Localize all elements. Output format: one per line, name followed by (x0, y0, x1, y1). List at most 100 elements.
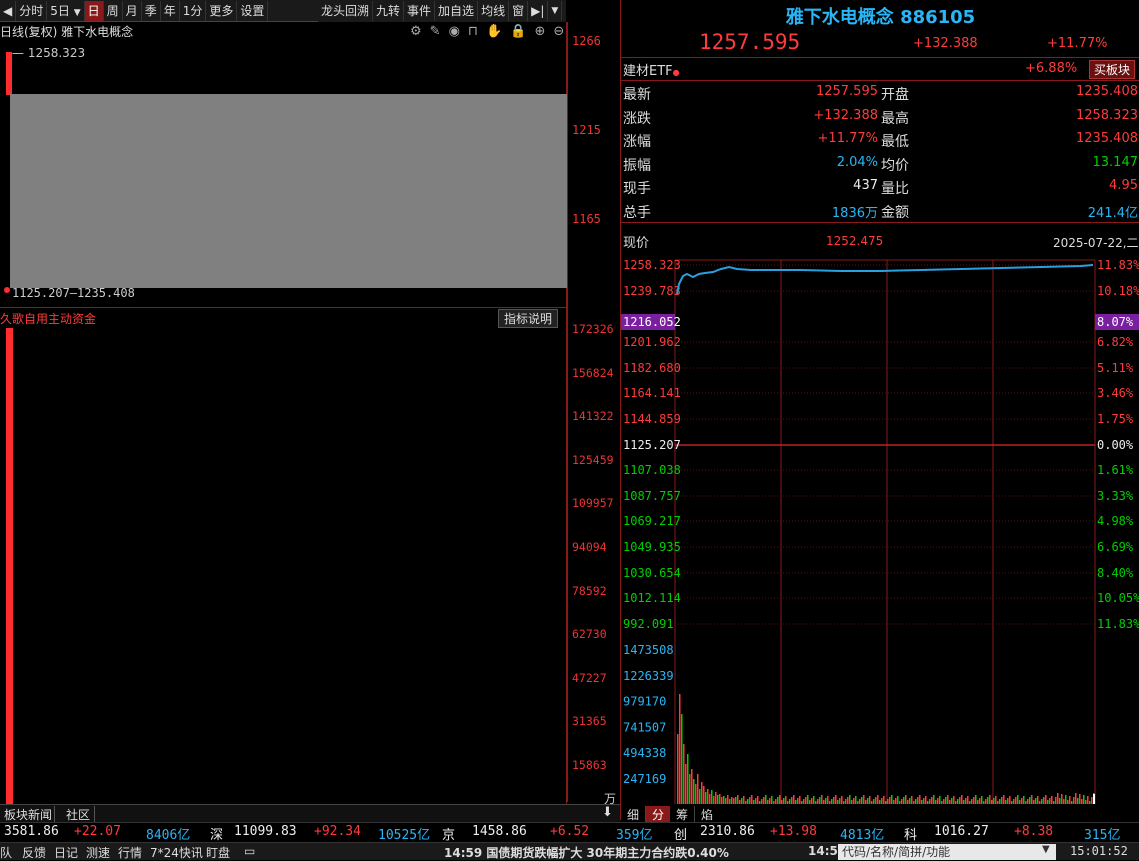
volume-bar (813, 796, 815, 804)
lock-icon[interactable]: 🔒 (510, 24, 526, 39)
tab-chips[interactable]: 筹 (670, 806, 696, 823)
settings-icon[interactable]: ⚙ (410, 24, 422, 39)
dragon-backtrack-button[interactable]: 龙头回溯 (318, 1, 374, 21)
volume-bar (733, 798, 735, 804)
ma-button[interactable]: 均线 (478, 1, 510, 21)
speedtest-button[interactable]: 测速 (86, 844, 110, 861)
volume-tick: 979170 (623, 695, 666, 709)
tab-fenshi[interactable]: 分时 (16, 0, 48, 21)
quote-label: 现手 (623, 181, 651, 197)
window-button[interactable]: 窗 (509, 1, 529, 21)
volume-bar (835, 795, 837, 804)
tab-1min[interactable]: 1分 (180, 0, 207, 21)
search-input[interactable]: 代码/名称/简拼/功能 (838, 844, 1056, 860)
volume-bar (737, 795, 739, 804)
event-button[interactable]: 事件 (404, 1, 436, 21)
volume-bar (1027, 799, 1029, 804)
volume-bar (1005, 800, 1007, 804)
quote-row: 最新 1257.595 开盘 1235.408 (623, 82, 1138, 105)
message-icon[interactable]: ▭ (244, 844, 255, 858)
prev-icon[interactable]: ◀ (0, 0, 17, 21)
quote-label: 量比 (881, 181, 909, 197)
status-item[interactable]: 队 (0, 844, 12, 861)
tab-flame[interactable]: 焰 (695, 806, 719, 823)
tab-community[interactable]: 社区 (62, 806, 96, 823)
volume-bar (797, 798, 799, 804)
volume-bar-current (1093, 794, 1095, 804)
market-button[interactable]: 行情 (118, 844, 142, 861)
volume-bar (705, 792, 707, 804)
volume-bar (877, 795, 879, 804)
volume-bar (945, 797, 947, 804)
tool-toolbar: 龙头回溯 九转 事件 加自选 均线 窗 ▶| ▼ (318, 0, 566, 22)
pen-icon[interactable]: ✎ (430, 24, 441, 39)
tab-sector-news[interactable]: 板块新闻 (2, 806, 56, 823)
tab-detail[interactable]: 细 (621, 806, 647, 823)
volume-tick: 494338 (623, 746, 666, 760)
volume-bar (845, 799, 847, 804)
tab-5day[interactable]: 5日 ▼ (47, 0, 85, 21)
volume-bar (985, 799, 987, 804)
tab-week[interactable]: 周 (104, 0, 123, 21)
indicator-panel[interactable]: 久歌自用主动资金 指标说明 (0, 308, 567, 804)
volume-bar (967, 796, 969, 804)
diary-button[interactable]: 日记 (54, 844, 78, 861)
buy-sector-button[interactable]: 买板块 (1089, 60, 1136, 79)
tab-day[interactable]: 日 (84, 0, 104, 21)
price-tick: 1258.323 (623, 258, 681, 272)
tab-minute[interactable]: 分 (646, 806, 671, 823)
indicator-help-button[interactable]: 指标说明 (498, 309, 559, 328)
intraday-chart[interactable]: 1258.323 1239.783 1216.052 1201.962 1182.680… (621, 252, 1139, 806)
volume-bar (903, 797, 905, 804)
indicator-title: 久歌自用主动资金 (0, 312, 97, 326)
volume-bar (711, 790, 713, 804)
volume-bar (863, 795, 865, 804)
news-ticker-2[interactable]: 14:5 (808, 844, 838, 858)
sz-name: 深 (210, 828, 224, 843)
feedback-button[interactable]: 反馈 (22, 844, 46, 861)
more-arrow-icon[interactable]: ▶| (528, 1, 549, 21)
volume-bar (997, 801, 999, 804)
price-line (676, 264, 1094, 295)
pct-tick: 8.40% (1097, 566, 1134, 580)
download-icon[interactable]: ⬇ (602, 805, 613, 820)
tab-month[interactable]: 月 (123, 0, 142, 21)
volume-bar (901, 799, 903, 804)
tab-more[interactable]: 更多 (206, 0, 238, 21)
basket-icon[interactable]: ⊓ (468, 24, 478, 39)
etf-name[interactable]: 建材ETF● (623, 60, 680, 79)
flash-news-button[interactable]: 7*24快讯 (150, 844, 203, 861)
add-watchlist-button[interactable]: 加自选 (435, 1, 479, 21)
tab-quarter[interactable]: 季 (142, 0, 161, 21)
volume-bar (697, 774, 699, 804)
quote-value: 1235.408 (1075, 84, 1138, 99)
high-value: 1258.323 (27, 46, 86, 60)
kline-chart[interactable]: 日线(复权) 雅下水电概念 ⚙ ✎ ◉ ⊓ ✋ 🔒 ⊕ ⊖ — 1258.323… (0, 22, 567, 308)
volume-bar (729, 799, 731, 804)
tab-settings[interactable]: 设置 (237, 0, 269, 21)
sz-amount: 10525亿 (378, 828, 431, 843)
volume-bar (709, 794, 711, 804)
volume-bar (1051, 796, 1053, 804)
eye-icon[interactable]: ◉ (449, 24, 460, 39)
volume-tick: 1473508 (623, 643, 674, 657)
volume-bar (1029, 797, 1031, 804)
dropdown-icon[interactable]: ▼ (1042, 844, 1050, 855)
price-tick: 1012.114 (623, 591, 681, 605)
index-ticker: 3581.86 +22.07 8406亿 深 11099.83 +92.34 1… (0, 822, 1139, 843)
hand-icon[interactable]: ✋ (486, 24, 502, 39)
tab-year[interactable]: 年 (161, 0, 180, 21)
volume-bar (859, 799, 861, 804)
price-tick: 1239.783 (623, 284, 681, 298)
quote-panel: 雅下水电概念 886105 1257.595 +132.388 +11.77% … (620, 0, 1139, 823)
nine-turn-button[interactable]: 九转 (373, 1, 405, 21)
dropdown-icon[interactable]: ▼ (548, 1, 563, 21)
zoom-out-icon[interactable]: ⊖ (553, 24, 564, 39)
volume-bar (993, 798, 995, 804)
zoom-in-icon[interactable]: ⊕ (534, 24, 545, 39)
volume-bar (1059, 798, 1061, 804)
pct-tick: 3.33% (1097, 489, 1134, 503)
news-ticker[interactable]: 14:59 国债期货跌幅扩大 30年期主力合约跌0.40% (444, 844, 729, 861)
volume-bar (791, 797, 793, 804)
watch-button[interactable]: 盯盘 (206, 844, 230, 861)
